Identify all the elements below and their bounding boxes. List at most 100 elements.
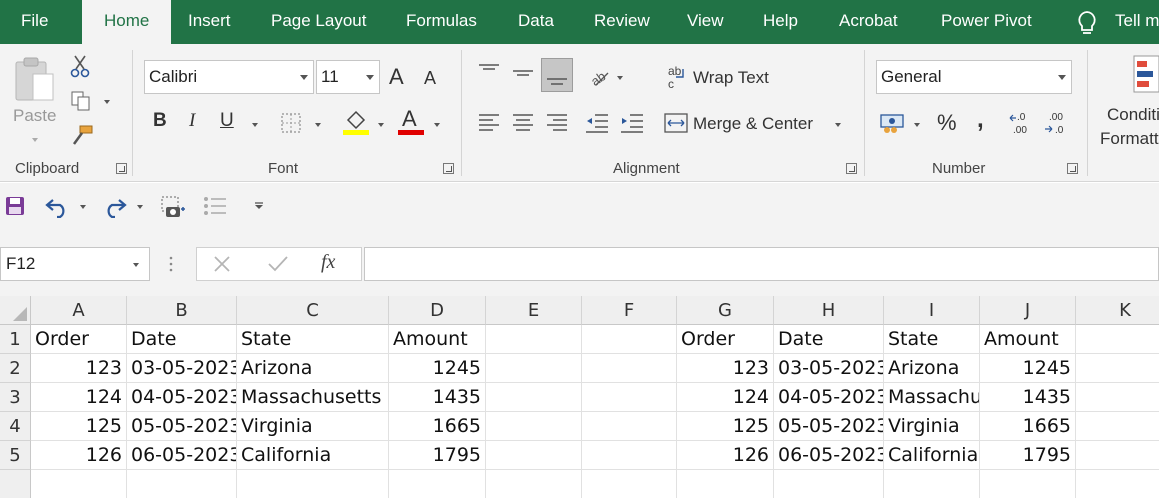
cell-c1[interactable]: State — [237, 325, 389, 354]
increase-indent-icon[interactable] — [620, 112, 644, 134]
percent-style-button[interactable]: % — [937, 110, 957, 136]
cell-h1[interactable]: Date — [774, 325, 884, 354]
cut-icon[interactable] — [69, 54, 91, 78]
cell-k6[interactable] — [1076, 470, 1159, 498]
cancel-icon[interactable] — [213, 255, 231, 273]
enter-check-icon[interactable] — [267, 255, 289, 273]
wrap-text-icon[interactable]: ab c — [667, 64, 689, 90]
cell-c3[interactable]: Massachusetts — [237, 383, 389, 412]
splitter-dots-icon[interactable] — [168, 254, 174, 274]
cell-g4[interactable]: 125 — [677, 412, 774, 441]
redo-icon[interactable] — [101, 196, 127, 218]
cell-i2[interactable]: Arizona — [884, 354, 980, 383]
grow-font-button[interactable]: A — [389, 64, 404, 90]
cell-k5[interactable] — [1076, 441, 1159, 470]
orientation-dropdown-caret[interactable] — [617, 76, 623, 80]
undo-icon[interactable] — [45, 196, 71, 218]
tab-page-layout[interactable]: Page Layout — [271, 0, 366, 44]
align-left-icon[interactable] — [478, 112, 500, 134]
cell-d2[interactable]: 1245 — [389, 354, 486, 383]
cell-h2[interactable]: 03-05-2023 — [774, 354, 884, 383]
font-name-select[interactable]: Calibri — [144, 60, 314, 94]
cell-j2[interactable]: 1245 — [980, 354, 1076, 383]
column-header-b[interactable]: B — [127, 296, 237, 325]
cell-a3[interactable]: 124 — [31, 383, 127, 412]
middle-align-icon[interactable] — [512, 65, 534, 81]
tab-power-pivot[interactable]: Power Pivot — [941, 0, 1032, 44]
accounting-dropdown-caret[interactable] — [914, 123, 920, 127]
screenshot-icon[interactable] — [160, 195, 186, 219]
font-color-dropdown-caret[interactable] — [434, 123, 440, 127]
name-box[interactable]: F12 — [0, 247, 150, 281]
fill-color-dropdown-caret[interactable] — [378, 123, 384, 127]
column-header-j[interactable]: J — [980, 296, 1076, 325]
row-header[interactable]: 4 — [0, 412, 31, 441]
cell-i5[interactable]: California — [884, 441, 980, 470]
cell-i6[interactable] — [884, 470, 980, 498]
cell-a6[interactable] — [31, 470, 127, 498]
format-painter-icon[interactable] — [70, 124, 94, 146]
cell-f4[interactable] — [582, 412, 677, 441]
cell-a4[interactable]: 125 — [31, 412, 127, 441]
underline-button[interactable]: U — [220, 110, 234, 132]
merge-center-button[interactable]: Merge & Center — [693, 114, 813, 134]
cell-e4[interactable] — [486, 412, 582, 441]
customize-qat-icon[interactable] — [254, 202, 264, 210]
cell-a2[interactable]: 123 — [31, 354, 127, 383]
orientation-icon[interactable]: ab — [588, 67, 612, 87]
cell-b1[interactable]: Date — [127, 325, 237, 354]
merge-center-dropdown-caret[interactable] — [835, 123, 841, 127]
cell-a1[interactable]: Order — [31, 325, 127, 354]
cell-e5[interactable] — [486, 441, 582, 470]
cell-b2[interactable]: 03-05-2023 — [127, 354, 237, 383]
paste-dropdown-caret[interactable] — [32, 138, 38, 142]
accounting-format-icon[interactable] — [879, 112, 907, 134]
copy-icon[interactable] — [70, 90, 92, 112]
conditional-formatting-label-2[interactable]: Formatt — [1100, 129, 1159, 149]
cell-j5[interactable]: 1795 — [980, 441, 1076, 470]
copy-dropdown-caret[interactable] — [104, 100, 110, 104]
cell-b4[interactable]: 05-05-2023 — [127, 412, 237, 441]
cell-j6[interactable] — [980, 470, 1076, 498]
increase-decimal-icon[interactable]: .0 .00 — [1009, 110, 1037, 136]
font-size-select[interactable]: 11 — [316, 60, 380, 94]
cell-k2[interactable] — [1076, 354, 1159, 383]
cell-d6[interactable] — [389, 470, 486, 498]
cell-b3[interactable]: 04-05-2023 — [127, 383, 237, 412]
save-icon[interactable] — [5, 196, 25, 216]
insert-function-button[interactable]: fx — [321, 251, 335, 274]
font-color-icon[interactable]: A — [397, 106, 425, 136]
cell-k3[interactable] — [1076, 383, 1159, 412]
tab-help[interactable]: Help — [763, 0, 798, 44]
comma-style-button[interactable]: , — [977, 106, 984, 134]
paste-icon[interactable] — [13, 56, 59, 104]
cell-c5[interactable]: California — [237, 441, 389, 470]
cell-g6[interactable] — [677, 470, 774, 498]
row-header[interactable] — [0, 470, 31, 498]
column-header-c[interactable]: C — [237, 296, 389, 325]
cell-f1[interactable] — [582, 325, 677, 354]
cell-e6[interactable] — [486, 470, 582, 498]
cell-g5[interactable]: 126 — [677, 441, 774, 470]
number-format-select[interactable]: General — [876, 60, 1072, 94]
alignment-launcher-icon[interactable] — [846, 163, 857, 174]
cell-k1[interactable] — [1076, 325, 1159, 354]
cell-e3[interactable] — [486, 383, 582, 412]
cell-f6[interactable] — [582, 470, 677, 498]
tab-file[interactable]: File — [21, 0, 48, 44]
cell-d3[interactable]: 1435 — [389, 383, 486, 412]
row-header[interactable]: 3 — [0, 383, 31, 412]
row-header[interactable]: 5 — [0, 441, 31, 470]
cell-h4[interactable]: 05-05-2023 — [774, 412, 884, 441]
bold-button[interactable]: B — [153, 110, 167, 132]
shrink-font-button[interactable]: A — [424, 68, 436, 89]
tab-formulas[interactable]: Formulas — [406, 0, 477, 44]
italic-button[interactable]: I — [189, 110, 195, 132]
decrease-indent-icon[interactable] — [585, 112, 609, 134]
cell-d4[interactable]: 1665 — [389, 412, 486, 441]
borders-dropdown-caret[interactable] — [315, 123, 321, 127]
column-header-h[interactable]: H — [774, 296, 884, 325]
cell-f2[interactable] — [582, 354, 677, 383]
cell-b5[interactable]: 06-05-2023 — [127, 441, 237, 470]
tab-view[interactable]: View — [687, 0, 724, 44]
